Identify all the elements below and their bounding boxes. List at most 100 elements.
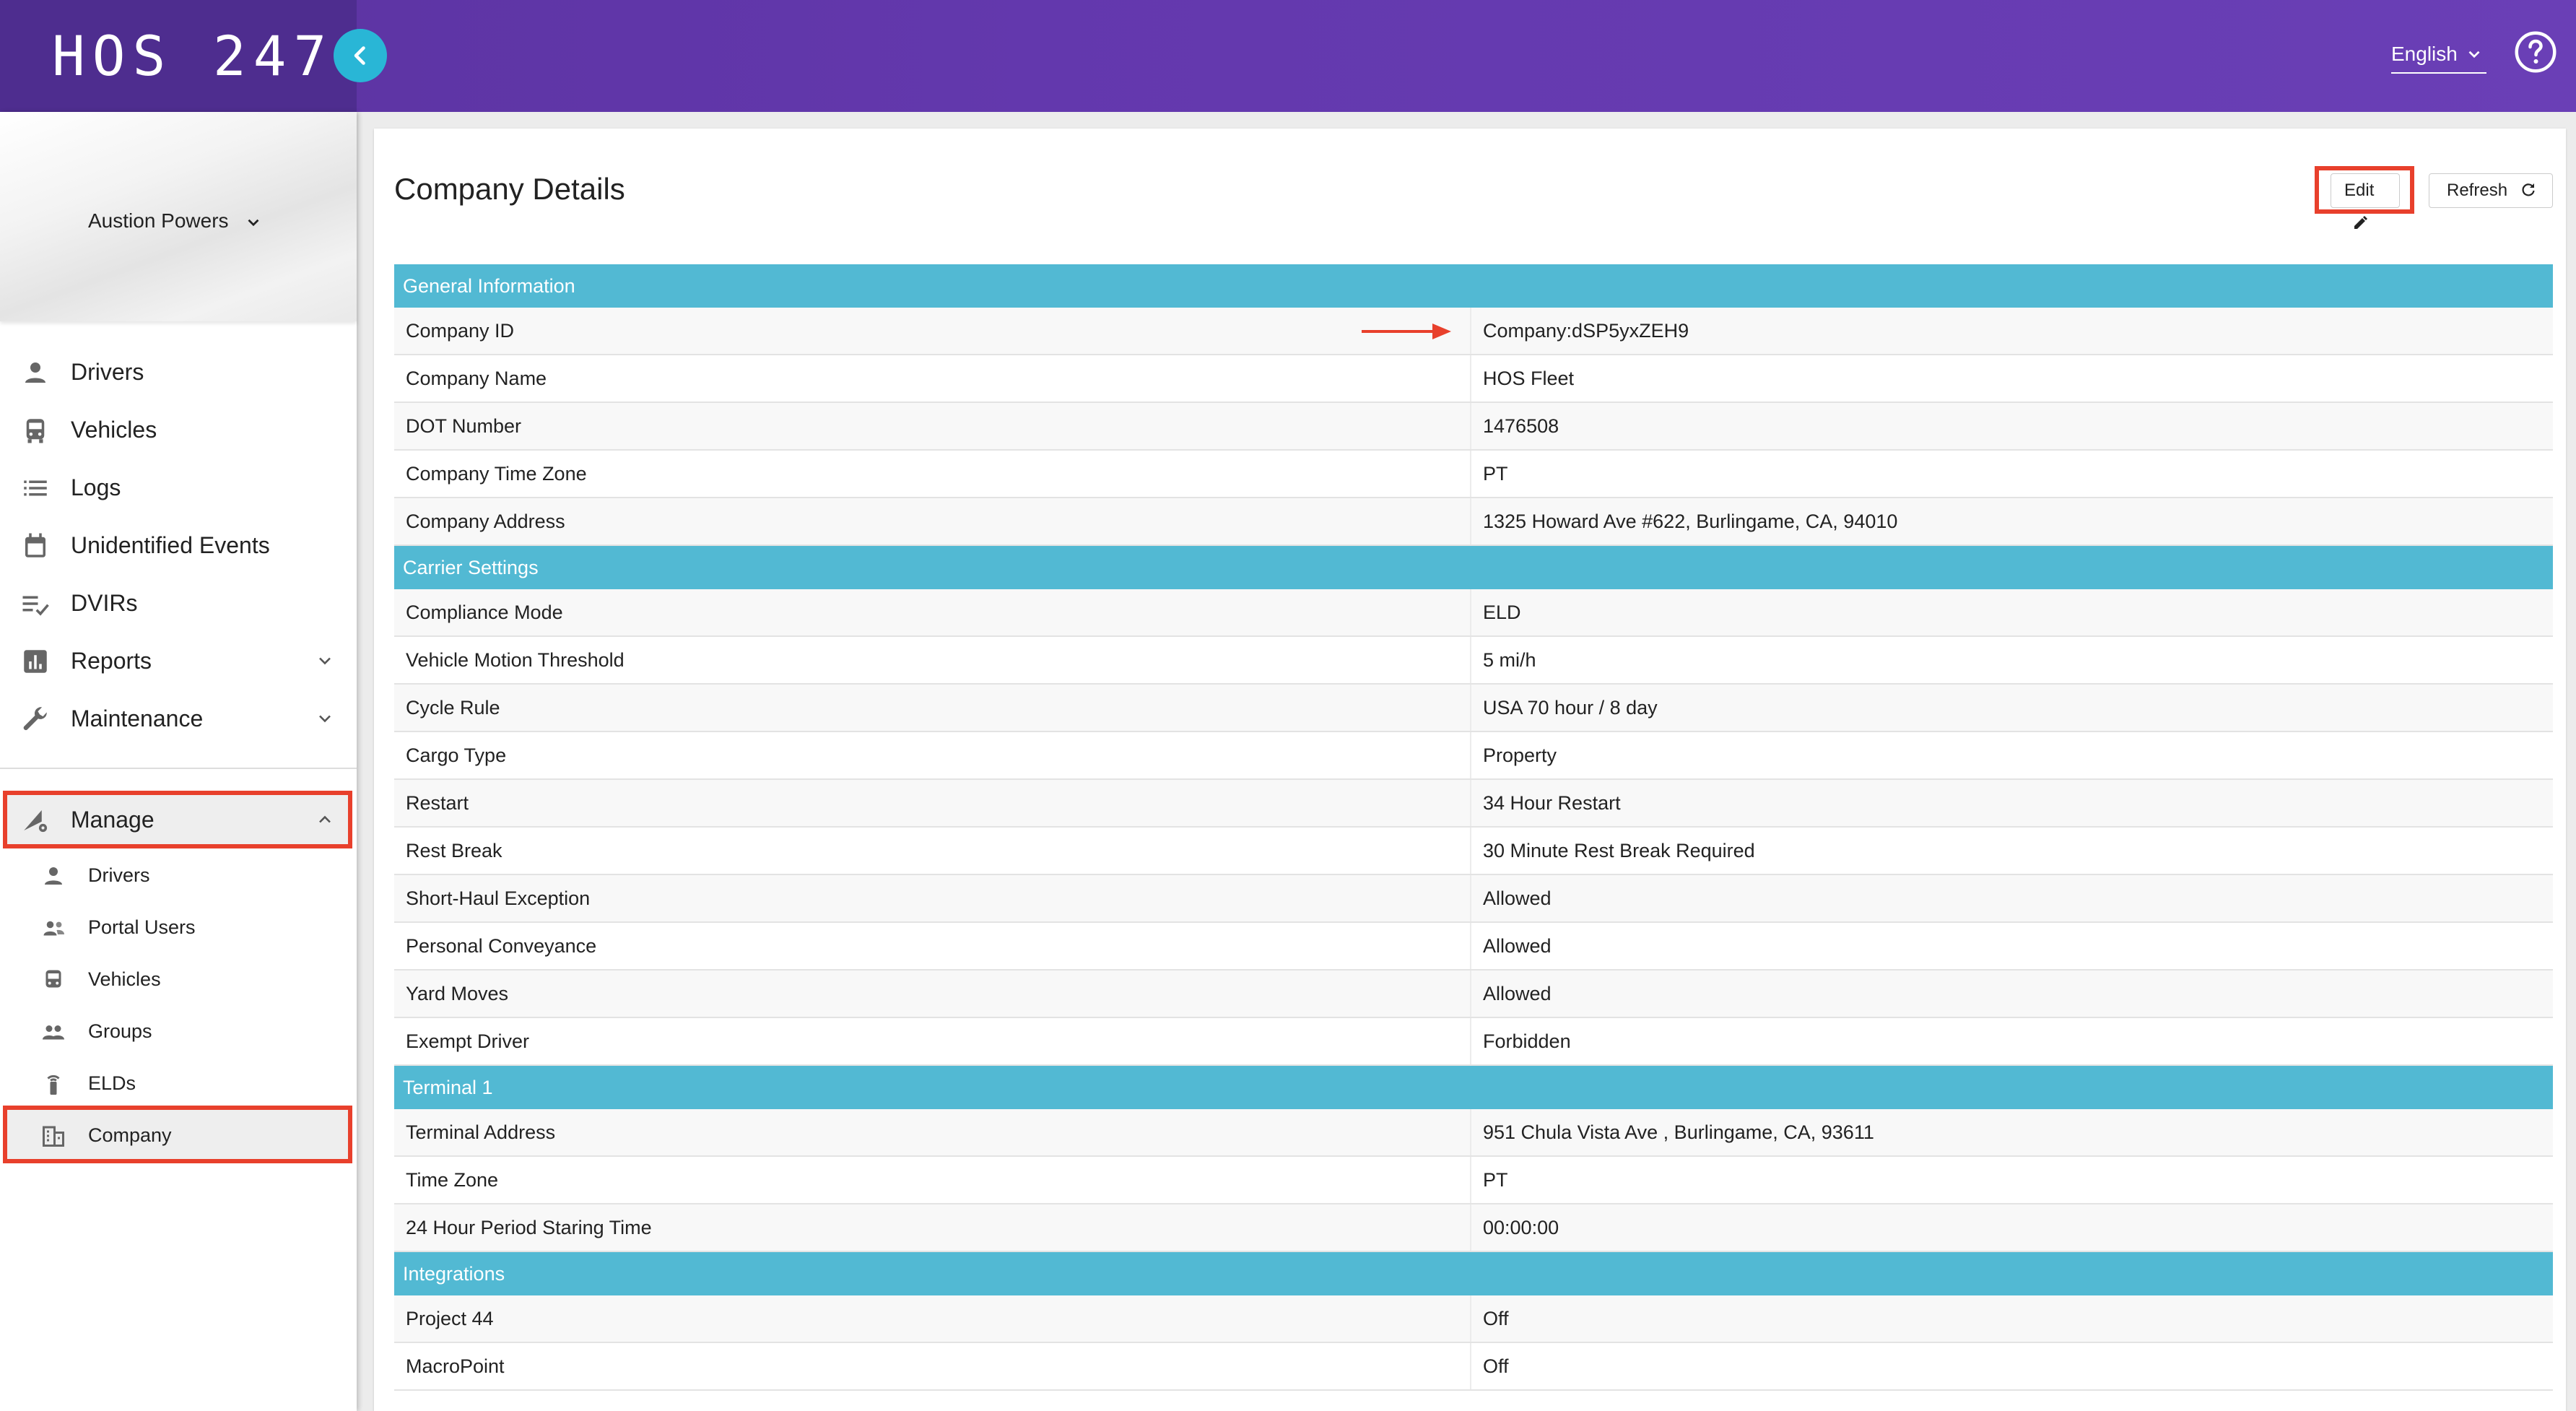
table-row: Vehicle Motion Threshold 5 mi/h [394, 637, 2553, 685]
chevron-up-icon [319, 815, 331, 823]
sidebar-subitem-groups[interactable]: Groups [0, 1004, 357, 1056]
table-row: Yard Moves Allowed [394, 971, 2553, 1018]
table-row: Short-Haul Exception Allowed [394, 875, 2553, 923]
column-separator [1470, 923, 1471, 969]
calendar-icon [25, 533, 45, 557]
user-menu[interactable]: Austion Powers [88, 209, 263, 233]
language-select[interactable]: English [2391, 38, 2486, 74]
column-separator [1470, 1018, 1471, 1064]
row-key: Project 44 [406, 1308, 494, 1329]
sidebar-item-unidentified-events[interactable]: Unidentified Events [0, 516, 357, 574]
row-value: ELD [1483, 602, 1521, 623]
column-separator [1470, 1109, 1471, 1155]
row-key: Vehicle Motion Threshold [406, 649, 625, 671]
row-key: Company Address [406, 511, 565, 532]
column-separator [1470, 1295, 1471, 1342]
sidebar-item-logs[interactable]: Logs [0, 459, 357, 516]
sidebar-item-vehicles[interactable]: Vehicles [0, 401, 357, 459]
column-separator [1470, 875, 1471, 921]
row-value: 34 Hour Restart [1483, 792, 1621, 814]
section-header-terminal: Terminal 1 [394, 1066, 2553, 1109]
row-key: Restart [406, 792, 469, 814]
checklist-icon [22, 596, 49, 616]
pencil-icon [2354, 215, 2367, 229]
row-key: Terminal Address [406, 1121, 556, 1143]
section-header-integrations: Integrations [394, 1252, 2553, 1295]
person-icon [25, 362, 45, 383]
person-icon [45, 867, 62, 885]
row-value: 951 Chula Vista Ave , Burlingame, CA, 93… [1483, 1121, 1874, 1143]
chevron-down-icon [319, 657, 331, 665]
row-key: Personal Conveyance [406, 935, 597, 957]
edit-button[interactable]: Edit [2331, 173, 2400, 229]
language-label: English [2391, 43, 2458, 65]
sidebar-subitem-label: Vehicles [88, 968, 161, 990]
table-row: MacroPoint Off [394, 1343, 2553, 1391]
table-row: Restart 34 Hour Restart [394, 780, 2553, 828]
table-row: Personal Conveyance Allowed [394, 923, 2553, 971]
row-key: DOT Number [406, 415, 522, 437]
column-separator [1470, 637, 1471, 683]
sidebar-item-manage[interactable]: Manage [0, 791, 357, 848]
sidebar-item-label: Maintenance [71, 706, 204, 731]
manage-settings-icon [24, 810, 48, 833]
user-profile-block: Austion Powers [0, 112, 357, 321]
row-key: Rest Break [406, 840, 502, 861]
row-value: Allowed [1483, 935, 1552, 957]
sidebar-item-maintenance[interactable]: Maintenance [0, 690, 357, 747]
page-title: Company Details [394, 172, 625, 206]
chevron-left-icon [354, 46, 365, 65]
column-separator [1470, 308, 1471, 354]
collapse-sidebar-button[interactable] [334, 29, 387, 82]
sidebar-divider [0, 768, 357, 769]
user-name: Austion Powers [88, 209, 229, 232]
row-key: Yard Moves [406, 983, 509, 1004]
sidebar-subitem-drivers[interactable]: Drivers [0, 848, 357, 900]
table-row: Cycle Rule USA 70 hour / 8 day [394, 685, 2553, 732]
people-icon [43, 921, 64, 936]
group-icon [43, 1025, 64, 1040]
column-separator [1470, 403, 1471, 449]
chevron-down-icon [319, 715, 331, 723]
wrench-icon [23, 707, 47, 731]
logo-area: HOS 247 [0, 0, 357, 112]
sidebar: Austion Powers Drivers Vehicles Logs Uni… [0, 112, 357, 1411]
sidebar-item-label: DVIRs [71, 590, 138, 616]
app-logo[interactable]: HOS 247 [52, 27, 334, 85]
row-key: Cycle Rule [406, 697, 500, 718]
sidebar-subitem-vehicles[interactable]: Vehicles [0, 952, 357, 1004]
sidebar-subitem-label: Company [88, 1124, 172, 1146]
sidebar-item-drivers[interactable]: Drivers [0, 343, 357, 401]
column-separator [1470, 451, 1471, 497]
sidebar-subitem-label: ELDs [88, 1072, 136, 1094]
column-separator [1470, 1204, 1471, 1251]
row-value: Forbidden [1483, 1030, 1571, 1052]
row-key: Exempt Driver [406, 1030, 530, 1052]
chevron-down-icon [2468, 51, 2480, 58]
chevron-down-icon [248, 219, 259, 226]
row-value: 00:00:00 [1483, 1217, 1559, 1238]
column-separator [1470, 732, 1471, 778]
sidebar-item-dvirs[interactable]: DVIRs [0, 574, 357, 632]
row-value: PT [1483, 463, 1508, 485]
section-header-general: General Information [394, 264, 2553, 308]
sidebar-subitem-portal-users[interactable]: Portal Users [0, 900, 357, 952]
refresh-button[interactable]: Refresh [2429, 173, 2553, 208]
sidebar-subitem-company[interactable]: Company [0, 1108, 357, 1160]
help-icon[interactable] [2514, 30, 2557, 74]
sidebar-subitem-elds[interactable]: ELDs [0, 1056, 357, 1108]
sidebar-item-reports[interactable]: Reports [0, 632, 357, 690]
section-header-carrier-settings: Carrier Settings [394, 546, 2553, 589]
refresh-icon [2522, 183, 2535, 196]
bar-chart-icon [24, 650, 47, 673]
row-value: HOS Fleet [1483, 368, 1575, 389]
refresh-label: Refresh [2447, 181, 2508, 200]
row-key: 24 Hour Period Staring Time [406, 1217, 652, 1238]
table-row: Company ID Company:dSP5yxZEH9 [394, 308, 2553, 355]
edit-label: Edit [2344, 181, 2375, 200]
sidebar-item-label: Logs [71, 474, 121, 500]
row-value: 5 mi/h [1483, 649, 1536, 671]
row-value: Allowed [1483, 983, 1552, 1004]
row-value: Off [1483, 1355, 1509, 1377]
sidebar-subitem-label: Portal Users [88, 916, 196, 938]
